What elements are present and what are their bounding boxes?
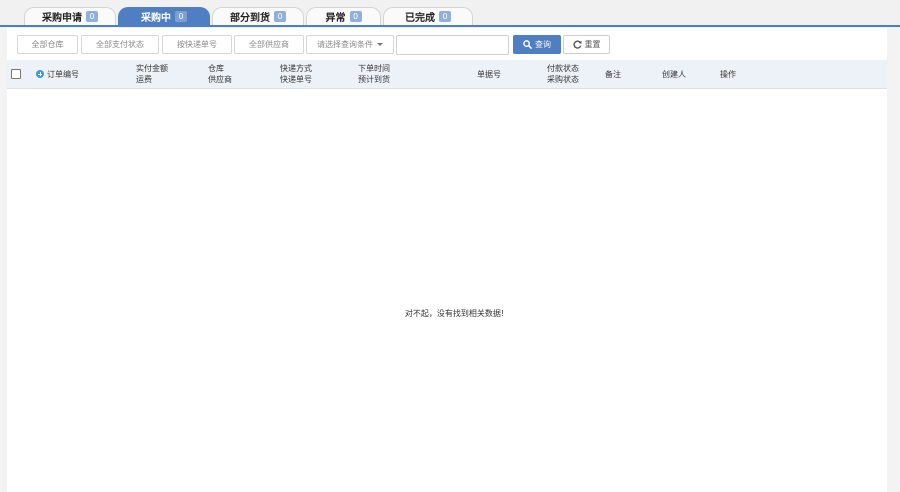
- tab-exception[interactable]: 异常 0: [306, 7, 381, 25]
- col-warehouse-supplier: 仓库 供应商: [208, 63, 232, 85]
- table-header: 订单编号 实付金额 运费 仓库 供应商 快递方式 快递单号 下单时间 预计到货 …: [7, 60, 887, 89]
- warehouse-select[interactable]: 全部仓库: [17, 35, 78, 54]
- search-input[interactable]: [396, 35, 509, 55]
- col-time: 下单时间 预计到货: [358, 63, 390, 85]
- supplier-select[interactable]: 全部供应商: [234, 35, 304, 54]
- col-shipping-method: 快递方式: [280, 64, 312, 73]
- tab-label: 异常: [325, 13, 346, 24]
- col-order-time: 下单时间: [358, 64, 390, 73]
- tab-completed[interactable]: 已完成 0: [383, 7, 473, 25]
- reset-button[interactable]: 重置: [563, 35, 610, 54]
- count-badge: 0: [439, 11, 451, 22]
- tab-label: 部分到货: [230, 13, 270, 24]
- reset-button-label: 重置: [584, 40, 601, 49]
- col-remark: 备注: [605, 70, 621, 79]
- col-expected-arrival: 预计到货: [358, 75, 390, 84]
- purchase-app: 采购申请 0 采购中 0 部分到货 0 异常 0 已完成 0 全部仓库 全部支付…: [0, 0, 900, 492]
- tab-bar: 采购申请 0 采购中 0 部分到货 0 异常 0 已完成 0: [0, 0, 900, 27]
- col-action: 操作: [720, 70, 736, 79]
- tab-partial-arrival[interactable]: 部分到货 0: [212, 7, 304, 25]
- search-icon: [523, 40, 532, 49]
- query-button-label: 查询: [535, 40, 551, 49]
- payment-status-select-value: 全部支付状态: [96, 40, 144, 49]
- tab-label: 采购中: [141, 13, 171, 24]
- main-panel: 全部仓库 全部支付状态 按快递单号 全部供应商 请选择查询条件 查询 重置 订单…: [7, 28, 887, 492]
- chevron-down-icon: [377, 43, 383, 46]
- col-amount-freight: 实付金额 运费: [136, 63, 168, 85]
- col-shipping: 快递方式 快递单号: [280, 63, 312, 85]
- col-freight: 运费: [136, 75, 152, 84]
- count-badge: 0: [86, 11, 98, 22]
- col-payment-status: 付款状态: [547, 64, 579, 73]
- col-supplier: 供应商: [208, 75, 232, 84]
- query-button[interactable]: 查询: [513, 35, 561, 54]
- filter-toolbar: 全部仓库 全部支付状态 按快递单号 全部供应商 请选择查询条件 查询 重置: [7, 28, 887, 60]
- col-tracking-number: 快递单号: [280, 75, 312, 84]
- payment-status-select[interactable]: 全部支付状态: [81, 35, 159, 54]
- tab-purchase-request[interactable]: 采购申请 0: [24, 7, 116, 25]
- supplier-select-value: 全部供应商: [249, 40, 289, 49]
- col-status: 付款状态 采购状态: [547, 63, 579, 85]
- query-condition-value: 请选择查询条件: [317, 40, 373, 49]
- warehouse-select-value: 全部仓库: [31, 40, 64, 49]
- query-condition-dropdown[interactable]: 请选择查询条件: [306, 35, 394, 54]
- table-body: 对不起，没有找到相关数据!: [7, 90, 887, 492]
- tab-label: 采购申请: [42, 13, 82, 24]
- expand-plus-icon[interactable]: [36, 70, 44, 78]
- count-badge: 0: [274, 11, 286, 22]
- empty-message: 对不起，没有找到相关数据!: [404, 309, 505, 318]
- col-order-number[interactable]: 订单编号: [47, 69, 79, 80]
- col-warehouse: 仓库: [208, 64, 224, 73]
- count-badge: 0: [175, 11, 187, 22]
- col-paid-amount: 实付金额: [136, 64, 168, 73]
- tab-label: 已完成: [405, 13, 435, 24]
- express-number-placeholder: 按快递单号: [177, 40, 217, 49]
- col-purchase-status: 采购状态: [547, 75, 579, 84]
- select-all-checkbox[interactable]: [11, 69, 21, 79]
- col-creator: 创建人: [662, 70, 686, 79]
- refresh-icon: [572, 40, 581, 49]
- tab-purchasing[interactable]: 采购中 0: [118, 7, 210, 25]
- col-bill-number: 单据号: [477, 70, 501, 79]
- count-badge: 0: [349, 11, 362, 22]
- express-number-input[interactable]: 按快递单号: [162, 35, 232, 54]
